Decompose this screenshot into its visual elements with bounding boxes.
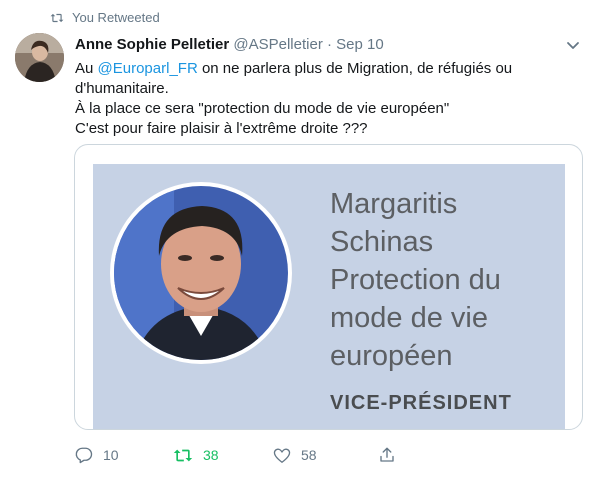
retweet-context: You Retweeted [50, 10, 160, 25]
card-title-line: européen [330, 340, 453, 372]
reply-button[interactable]: 10 [75, 446, 173, 464]
reply-count: 10 [103, 447, 119, 463]
retweet-icon [173, 447, 193, 464]
retweet-context-label: You Retweeted [72, 10, 160, 25]
retweet-count: 38 [203, 447, 219, 463]
tweet-text-prefix: Au [75, 60, 98, 77]
like-button[interactable]: 58 [273, 447, 378, 464]
card-title-line: Protection du [330, 264, 501, 296]
share-button[interactable] [378, 446, 396, 464]
tweet-date[interactable]: Sep 10 [336, 36, 384, 53]
tweet-header: Anne Sophie Pelletier @ASPelletier · Sep… [75, 36, 384, 53]
retweet-button[interactable]: 38 [173, 447, 273, 464]
tweet-actions: 10 38 58 [75, 446, 396, 464]
author-avatar[interactable] [15, 33, 64, 82]
tweet-text-line2: À la place ce sera "protection du mode d… [75, 100, 450, 117]
media-card[interactable]: Margaritis Schinas Protection du mode de… [74, 144, 583, 430]
portrait-photo [110, 182, 292, 364]
card-title-line: Schinas [330, 226, 434, 258]
tweet-text-line3: C'est pour faire plaisir à l'extrême dro… [75, 120, 368, 137]
author-handle[interactable]: @ASPelletier [233, 36, 322, 53]
card-title-line: mode de vie [330, 302, 488, 334]
card-role: VICE-PRÉSIDENT [330, 392, 512, 414]
chevron-down-icon[interactable] [566, 38, 580, 56]
mention-link[interactable]: @Europarl_FR [98, 60, 198, 77]
card-title: Margaritis Schinas Protection du mode de… [330, 185, 560, 375]
heart-icon [273, 447, 291, 464]
card-image: Margaritis Schinas Protection du mode de… [93, 164, 565, 429]
reply-icon [75, 446, 93, 464]
retweet-icon [50, 12, 64, 24]
like-count: 58 [301, 447, 317, 463]
card-title-line: Margaritis [330, 188, 458, 220]
tweet-text: Au @Europarl_FR on ne parlera plus de Mi… [75, 59, 575, 139]
header-separator: · [327, 36, 332, 53]
author-name[interactable]: Anne Sophie Pelletier [75, 36, 229, 53]
share-icon [378, 446, 396, 464]
